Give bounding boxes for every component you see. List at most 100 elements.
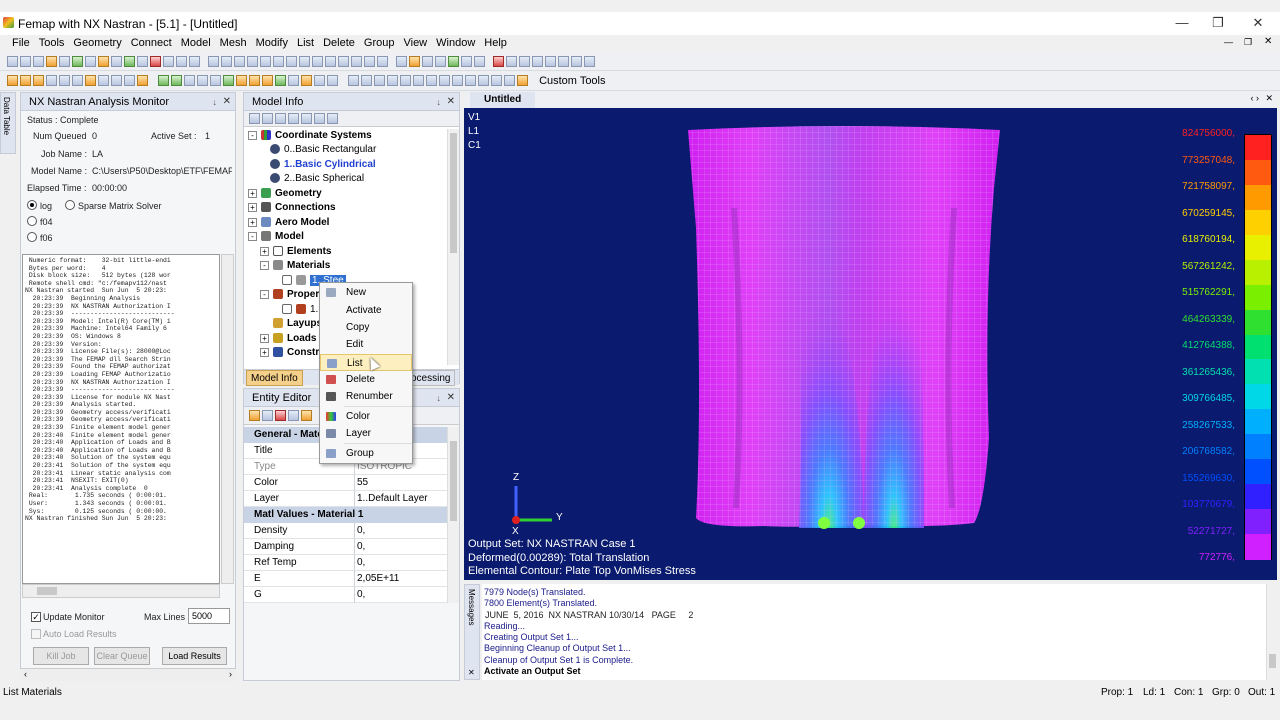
analysis-log[interactable]: Numeric format: 32-bit little-endi Bytes… — [22, 254, 220, 584]
tool-icon[interactable] — [422, 56, 433, 67]
tool-icon[interactable] — [171, 75, 182, 86]
tool-icon[interactable] — [85, 75, 96, 86]
tree-model[interactable]: - Model — [248, 230, 304, 244]
mdi-minimize-icon[interactable]: — — [1224, 37, 1233, 47]
entity-row-color[interactable]: Color 55 — [244, 475, 449, 491]
menu-view[interactable]: View — [400, 35, 430, 52]
close-icon[interactable]: ✕ — [447, 389, 455, 407]
close-icon[interactable]: ✕ — [447, 93, 455, 111]
view-icon[interactable] — [247, 56, 258, 67]
close-icon[interactable]: ✕ — [468, 668, 475, 677]
open-icon[interactable] — [20, 56, 31, 67]
tree-materials[interactable]: - Materials — [260, 259, 330, 273]
tab-model-info[interactable]: Model Info — [246, 370, 303, 386]
tool-icon[interactable] — [377, 56, 388, 67]
tree-elements[interactable]: + Elements — [260, 245, 331, 259]
rotate-icon[interactable] — [208, 56, 219, 67]
tool-icon[interactable] — [364, 56, 375, 67]
tool-icon[interactable] — [184, 75, 195, 86]
tool-icon[interactable] — [158, 75, 169, 86]
ctx-copy[interactable]: Copy — [320, 319, 412, 336]
tool-icon[interactable] — [137, 56, 148, 67]
tool-icon[interactable] — [301, 75, 312, 86]
tool-icon[interactable] — [478, 75, 489, 86]
menu-window[interactable]: Window — [433, 35, 478, 52]
tool-icon[interactable] — [59, 56, 70, 67]
tool-icon[interactable] — [493, 56, 504, 67]
ctx-color[interactable]: Color — [320, 408, 412, 425]
graphics-viewport[interactable]: V1 L1 C1 Z Y X 824756000, 773257048, 721… — [464, 108, 1277, 580]
view-icon[interactable] — [234, 56, 245, 67]
tool-icon[interactable] — [558, 56, 569, 67]
messages-panel[interactable]: 7979 Node(s) Translated. 7800 Element(s)… — [482, 584, 1272, 680]
zoom-icon[interactable] — [286, 56, 297, 67]
tool-icon[interactable] — [262, 410, 273, 421]
tree-properties[interactable]: - Propert — [260, 288, 323, 302]
clear-queue-button[interactable]: Clear Queue — [94, 647, 150, 665]
pin-icon[interactable]: ↓ — [437, 93, 442, 111]
entity-row-layer[interactable]: Layer 1..Default Layer — [244, 491, 449, 507]
tool-icon[interactable] — [517, 75, 528, 86]
tool-icon[interactable] — [452, 75, 463, 86]
menu-geometry[interactable]: Geometry — [70, 35, 124, 52]
tool-icon[interactable] — [348, 75, 359, 86]
tool-icon[interactable] — [72, 56, 83, 67]
pan-icon[interactable] — [273, 56, 284, 67]
zoom-icon[interactable] — [312, 56, 323, 67]
tool-icon[interactable] — [98, 75, 109, 86]
tool-icon[interactable] — [249, 410, 260, 421]
ctx-new[interactable]: New — [320, 284, 412, 301]
tool-icon[interactable] — [249, 113, 260, 124]
tool-icon[interactable] — [72, 75, 83, 86]
tree-cs-spherical[interactable]: 2..Basic Spherical — [270, 172, 364, 186]
tool-icon[interactable] — [275, 75, 286, 86]
tool-icon[interactable] — [288, 75, 299, 86]
entity-row-ref-temp[interactable]: Ref Temp 0, — [244, 555, 449, 571]
tool-icon[interactable] — [111, 75, 122, 86]
tool-icon[interactable] — [400, 75, 411, 86]
entity-row-density[interactable]: Density 0, — [244, 523, 449, 539]
tool-icon[interactable] — [275, 113, 286, 124]
tool-icon[interactable] — [327, 75, 338, 86]
tree-cs-rectangular[interactable]: 0..Basic Rectangular — [270, 143, 376, 157]
tool-icon[interactable] — [532, 56, 543, 67]
tool-icon[interactable] — [210, 75, 221, 86]
menu-group[interactable]: Group — [361, 35, 398, 52]
tool-icon[interactable] — [426, 75, 437, 86]
tool-icon[interactable] — [262, 75, 273, 86]
tool-icon[interactable] — [439, 75, 450, 86]
tree-layups[interactable]: Layups — [273, 317, 322, 331]
tool-icon[interactable] — [409, 56, 420, 67]
tree-coordinate-systems[interactable]: - Coordinate Systems — [248, 129, 372, 143]
maximize-icon[interactable]: ❐ — [1208, 14, 1228, 32]
tool-icon[interactable] — [20, 75, 31, 86]
menu-model[interactable]: Model — [178, 35, 214, 52]
ctx-edit[interactable]: Edit — [320, 336, 412, 353]
tool-icon[interactable] — [33, 75, 44, 86]
menu-connect[interactable]: Connect — [128, 35, 175, 52]
tool-icon[interactable] — [236, 75, 247, 86]
menu-file[interactable]: File — [9, 35, 33, 52]
menu-delete[interactable]: Delete — [320, 35, 358, 52]
tool-icon[interactable] — [98, 56, 109, 67]
menu-modify[interactable]: Modify — [253, 35, 291, 52]
zoom-icon[interactable] — [338, 56, 349, 67]
tool-icon[interactable] — [46, 75, 57, 86]
custom-tools-button[interactable]: Custom Tools — [536, 74, 608, 88]
tool-icon[interactable] — [301, 113, 312, 124]
auto-load-checkbox[interactable] — [31, 629, 41, 639]
tree-cs-cylindrical[interactable]: 1..Basic Cylindrical — [270, 158, 376, 172]
ctx-activate[interactable]: Activate — [320, 302, 412, 319]
entity-grid-scrollbar[interactable] — [447, 427, 459, 603]
tool-icon[interactable] — [275, 410, 286, 421]
tool-icon[interactable] — [491, 75, 502, 86]
messages-scrollbar[interactable] — [1266, 584, 1278, 680]
tool-icon[interactable] — [465, 75, 476, 86]
minimize-icon[interactable]: — — [1172, 14, 1192, 32]
mdi-close-icon[interactable]: ✕ — [1264, 36, 1272, 47]
log-horizontal-scrollbar[interactable] — [22, 584, 220, 598]
menu-mesh[interactable]: Mesh — [217, 35, 250, 52]
tool-icon[interactable] — [327, 113, 338, 124]
tool-icon[interactable] — [571, 56, 582, 67]
ctx-renumber[interactable]: Renumber — [320, 388, 412, 405]
